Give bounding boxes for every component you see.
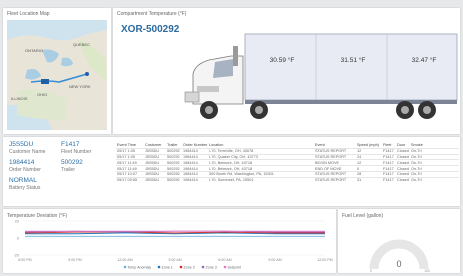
battery-status-label: Battery Status <box>9 185 41 191</box>
zone-3-temperature: 32.47 °F <box>411 57 437 64</box>
zone-2-temperature: 31.51 °F <box>340 57 366 64</box>
order-number-value: 1984414 <box>9 159 35 166</box>
legend-marker <box>179 265 183 269</box>
trailer-label: Trailer <box>61 167 75 173</box>
map-title: Fleet Location Map <box>7 11 50 17</box>
x-tick-label: 9:00 PM <box>68 258 81 262</box>
zone-1-temperature: 30.59 °F <box>269 57 295 64</box>
y-tick-label: -20 <box>14 253 20 257</box>
legend-marker <box>157 265 161 269</box>
fuel-min-label: 0 <box>370 269 372 273</box>
fleet-number-label: Fleet Number <box>61 149 92 155</box>
x-tick-label: 6:00 PM <box>18 258 31 262</box>
fuel-title: Fuel Level (gallon) <box>342 213 383 219</box>
fuel-gauge: Fuel Level (gallon) 0 0 100 <box>342 213 430 273</box>
deviation-title: Temperature Deviation (°F) <box>7 213 67 219</box>
table-row[interactable]: 05/17 09:55 J5S5DU 500292 1984414 I-70, Some… <box>116 176 459 183</box>
table-cell: J5S5DU <box>144 176 166 183</box>
customer-name-value: J5S5DU <box>9 141 34 148</box>
temperature-deviation-chart[interactable]: Temperature Deviation (°F) 20 0 -20 6:00 P… <box>3 209 336 273</box>
fuel-level-panel: Fuel Level (gallon) 0 0 100 <box>338 209 460 273</box>
fleet-map[interactable]: ONTARIO QUEBEC NEW YORK OHIO ILLINOIS <box>7 20 107 130</box>
fleet-number-value: F1417 <box>61 141 80 148</box>
table-cell: Closed <box>396 176 410 183</box>
compartment-temperature-panel: Compartment Temperature (°F) XOR-500292 … <box>113 8 460 134</box>
map-label-quebec: QUEBEC <box>73 42 90 47</box>
x-tick-label: 9:00 AM <box>268 258 281 262</box>
map-label-ohio: OHIO <box>37 92 47 97</box>
fleet-location-map-panel: Fleet Location Map ONTARIO QUEBEC NEW YO… <box>3 8 111 134</box>
table-cell: I-70, Somerset, PA, 15501 <box>208 176 314 183</box>
legend-marker <box>123 265 127 269</box>
x-tick-label: 12:00 PM <box>317 258 332 262</box>
legend-entry: Zone 3 <box>206 265 217 269</box>
y-tick-label: 0 <box>17 236 19 240</box>
legend-entry: Setpoint <box>228 265 241 269</box>
x-tick-label: 6:00 AM <box>218 258 231 262</box>
map-label-ontario: ONTARIO <box>25 48 43 53</box>
compartment-temperature-title: Compartment Temperature (°F) <box>117 11 187 17</box>
temperature-deviation-panel: Temperature Deviation (°F) 20 0 -20 6:00 P… <box>3 209 336 273</box>
trailer-value: 500292 <box>61 159 83 166</box>
truck-illustration <box>184 33 458 119</box>
table-cell: 05/17 09:55 <box>116 176 144 183</box>
fuel-value: 0 <box>396 259 401 269</box>
trip-info-panel: J5S5DU F1417 Customer Name Fleet Number … <box>3 137 460 206</box>
legend-marker <box>201 265 205 269</box>
x-tick-label: 12:00 AM <box>117 258 132 262</box>
legend-entry: Temp Anomaly <box>128 265 152 269</box>
table-cell: 500292 <box>166 176 182 183</box>
legend-entry: Zone 1 <box>162 265 173 269</box>
battery-status-value: NORMAL <box>9 177 37 184</box>
map-label-illinois: ILLINOIS <box>11 96 28 101</box>
customer-name-label: Customer Name <box>9 149 46 155</box>
legend-marker <box>223 265 227 269</box>
fuel-max-label: 100 <box>424 269 430 273</box>
legend-entry: Zone 2 <box>184 265 195 269</box>
table-cell: On-Trl <box>410 176 459 183</box>
map-label-new-york: NEW YORK <box>69 84 91 89</box>
x-tick-label: 3:00 AM <box>168 258 181 262</box>
event-table[interactable]: Event Time Customer Trailer Order Number… <box>116 143 459 203</box>
truck-id: XOR-500292 <box>121 24 180 35</box>
table-cell: 1984414 <box>182 176 208 183</box>
order-number-label: Order Number <box>9 167 41 173</box>
table-cell: F1417 <box>382 176 396 183</box>
table-cell: 31 <box>356 176 382 183</box>
table-cell: STATUS REPORT <box>314 176 356 183</box>
y-tick-label: 20 <box>15 219 19 223</box>
